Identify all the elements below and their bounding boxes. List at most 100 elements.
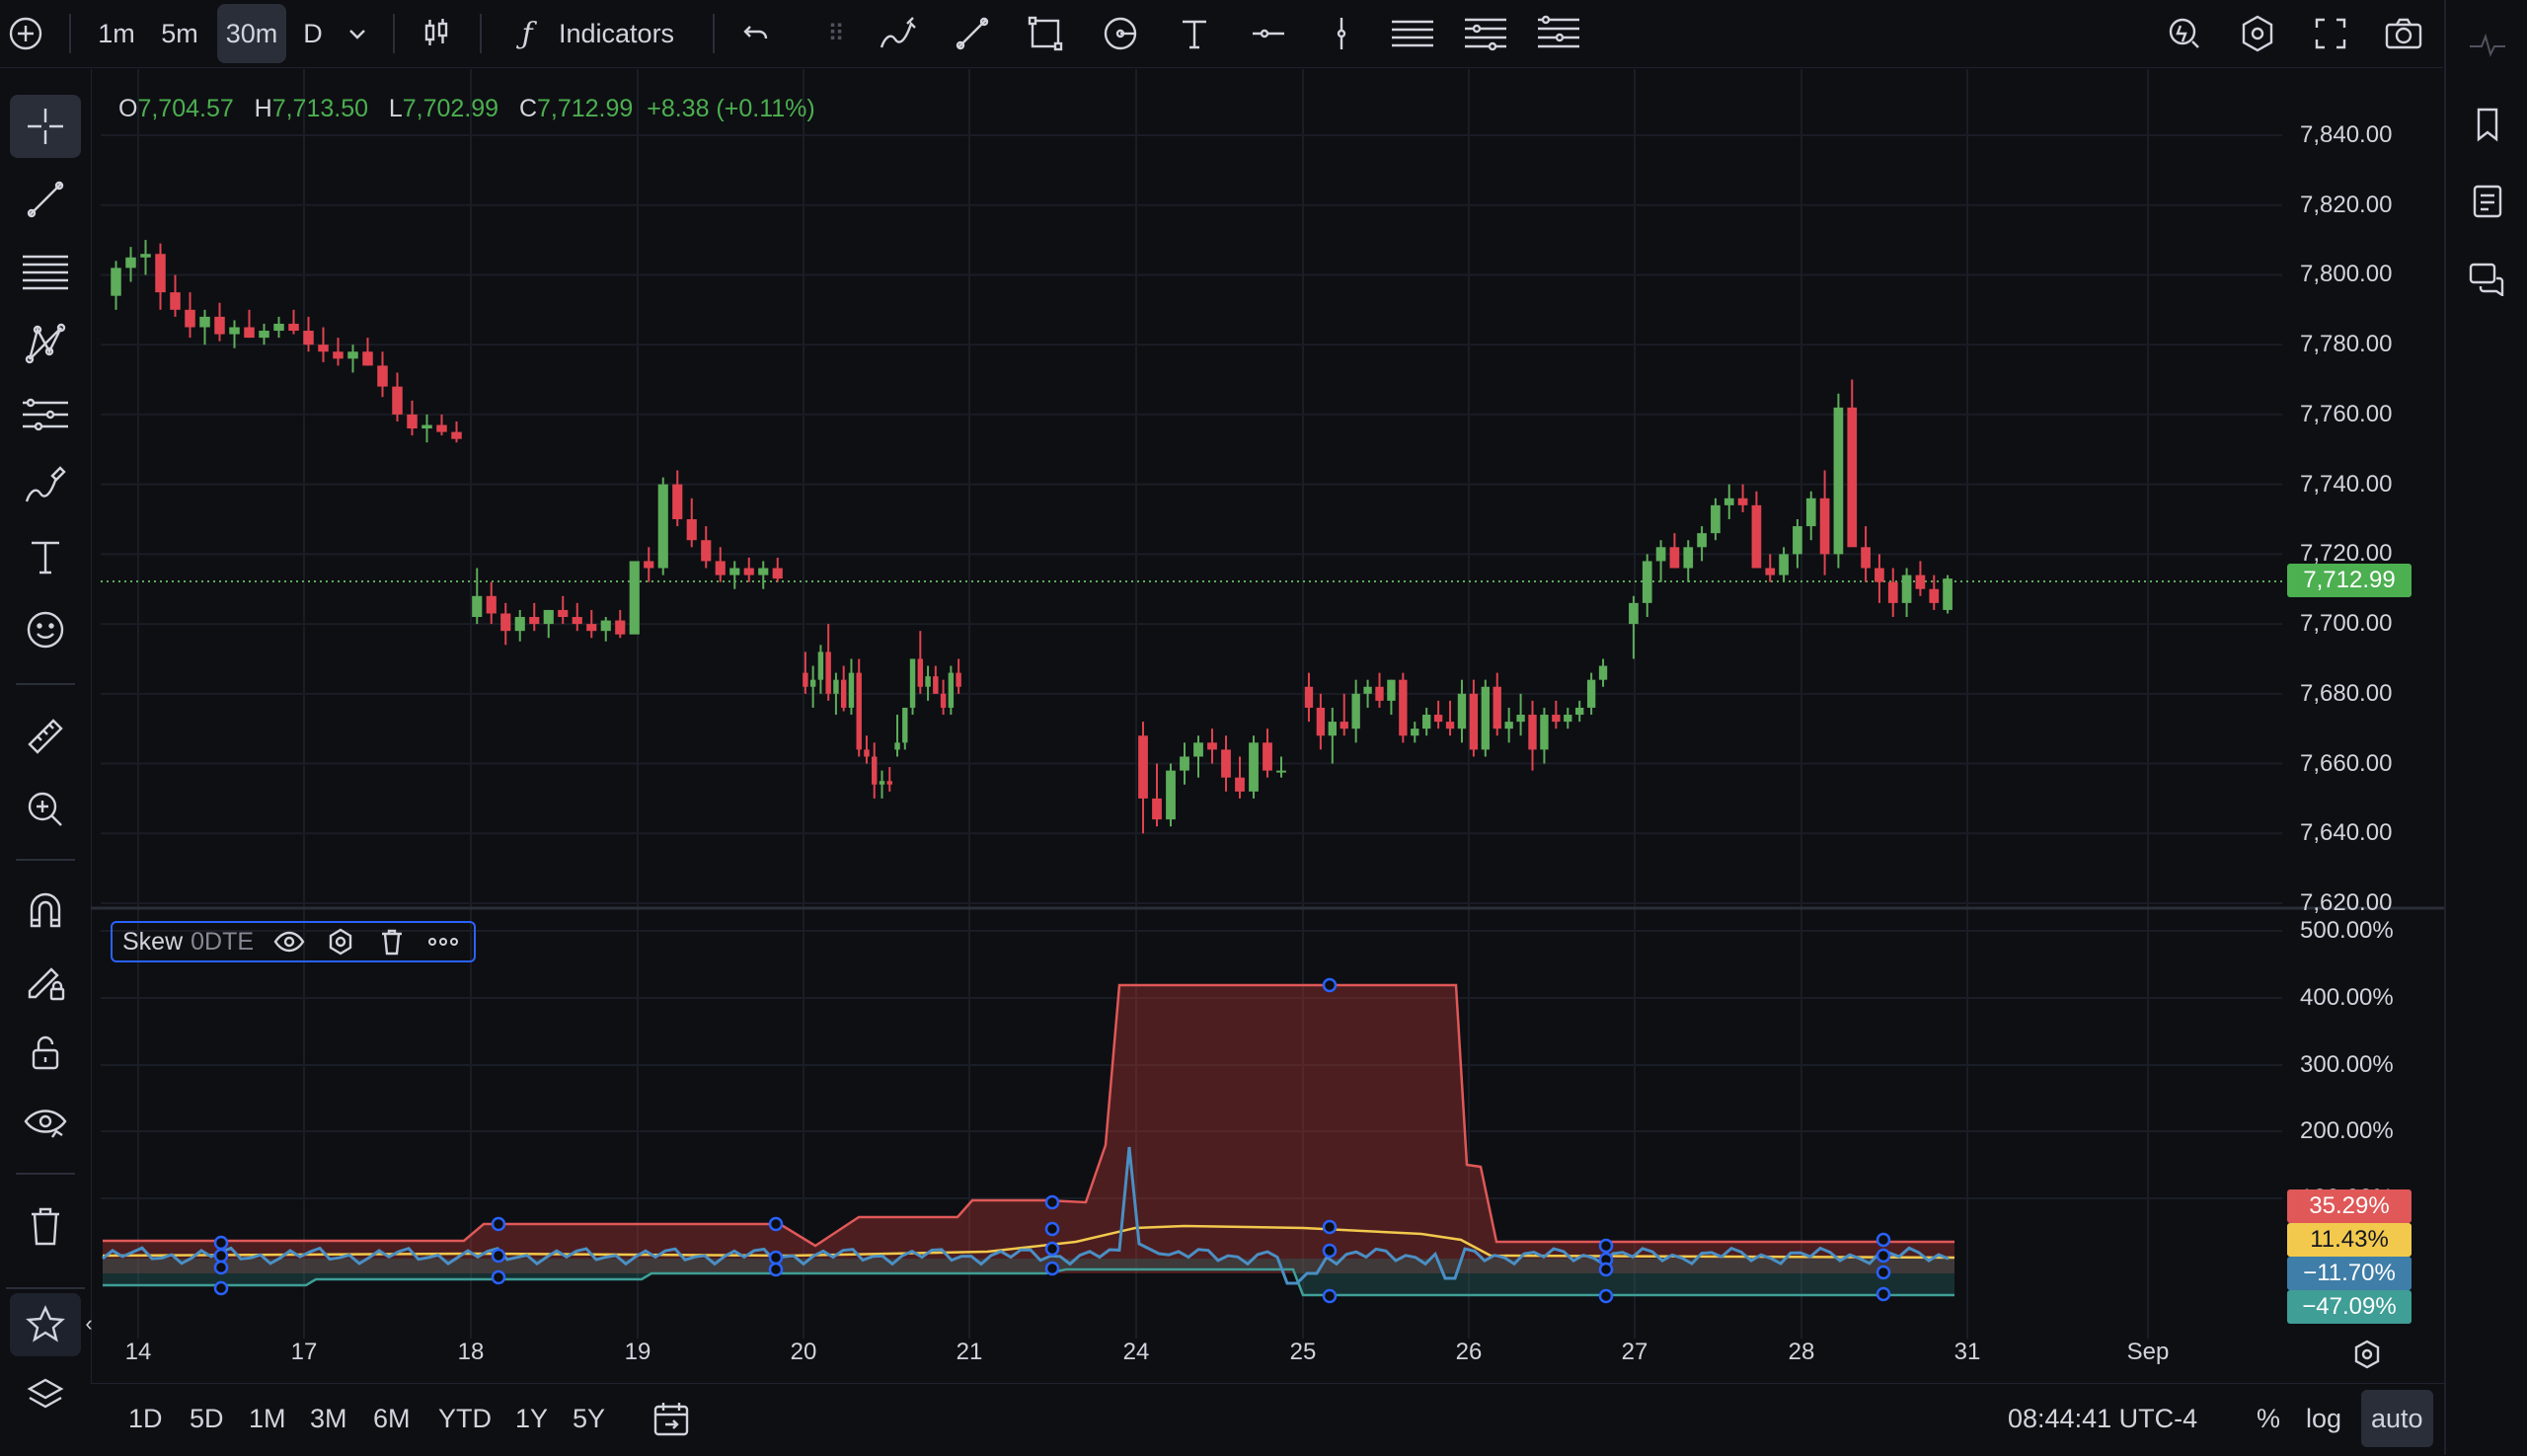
pattern-tool-icon[interactable]: [10, 312, 81, 375]
auto-scale-button[interactable]: auto: [2361, 1390, 2433, 1447]
range-1d-button[interactable]: 1D: [128, 1383, 163, 1455]
visibility-icon[interactable]: [10, 1092, 81, 1155]
separator: [393, 14, 395, 53]
interval-d-button[interactable]: D: [296, 0, 330, 67]
range-3m-button[interactable]: 3M: [310, 1383, 347, 1455]
range-ytd-button[interactable]: YTD: [438, 1383, 492, 1455]
candle-body: [259, 331, 269, 339]
camera-icon[interactable]: [2379, 12, 2428, 55]
time-axis-settings-icon[interactable]: [2347, 1335, 2387, 1374]
candle-body: [1166, 770, 1176, 820]
alert-icon[interactable]: [2160, 12, 2209, 55]
interval-5m-button[interactable]: 5m: [152, 0, 207, 67]
candle-body: [529, 617, 540, 625]
candle-body: [185, 309, 195, 328]
trash-icon[interactable]: [10, 1194, 81, 1258]
log-scale-button[interactable]: log: [2306, 1383, 2341, 1455]
chart-area[interactable]: [91, 69, 2444, 1382]
go-to-date-icon[interactable]: [648, 1398, 695, 1441]
interval-1m-button[interactable]: 1m: [91, 0, 142, 67]
layers-icon[interactable]: [10, 1364, 81, 1427]
star-favorites-icon[interactable]: [10, 1293, 81, 1356]
interval-30m-button[interactable]: 30m: [217, 4, 286, 63]
clock-timezone[interactable]: 08:44:41 UTC-4: [2008, 1383, 2197, 1455]
chevron-down-icon[interactable]: [340, 18, 375, 49]
candle-body: [572, 617, 582, 625]
eye-icon[interactable]: [269, 927, 309, 957]
brush-tool-icon[interactable]: [873, 12, 926, 55]
rectangle-tool-icon[interactable]: [1023, 12, 1068, 55]
candle-body: [848, 672, 855, 708]
line-tool-icon[interactable]: [10, 168, 81, 231]
top-toolbar: 1m 5m 30m D ƒ Indicators ⠿: [0, 0, 2443, 68]
date-tick-label: Sep: [2126, 1339, 2170, 1365]
circle-tool-icon[interactable]: [1098, 12, 1143, 55]
brush-icon[interactable]: [10, 454, 81, 517]
candle-body: [1642, 561, 1652, 603]
crosshair-tool-icon[interactable]: [10, 95, 81, 158]
candle-body: [1304, 686, 1314, 708]
indicator-delete-icon[interactable]: [372, 927, 412, 957]
chat-icon[interactable]: [2464, 257, 2511, 300]
drag-handle-icon[interactable]: ⠿: [821, 18, 851, 49]
date-tick-label: 17: [290, 1339, 318, 1365]
date-tick-label: 18: [457, 1339, 485, 1365]
more-options-icon[interactable]: [423, 927, 463, 957]
range-5d-button[interactable]: 5D: [190, 1383, 224, 1455]
candle-body: [1737, 498, 1748, 505]
candle-body: [1805, 498, 1816, 527]
add-symbol-icon[interactable]: [6, 14, 45, 53]
candle-body: [1697, 533, 1707, 548]
range-5y-button[interactable]: 5Y: [573, 1383, 605, 1455]
percent-scale-button[interactable]: %: [2257, 1383, 2280, 1455]
indicator-settings-icon[interactable]: [321, 927, 360, 957]
pulse-icon[interactable]: [2464, 24, 2511, 67]
text-tool-icon[interactable]: [1173, 12, 1216, 55]
candle-body: [1629, 602, 1639, 625]
bookmark-icon[interactable]: [2464, 103, 2511, 146]
candle-body: [1598, 665, 1608, 680]
lock-icon[interactable]: [10, 1021, 81, 1084]
ohlc-legend: O7,704.57 H7,713.50 L7,702.99 C7,712.99 …: [118, 95, 815, 123]
emoji-icon[interactable]: [10, 598, 81, 661]
settings-hex-icon[interactable]: [2233, 12, 2282, 55]
indicators-icon[interactable]: ƒ: [507, 14, 547, 53]
fib-extension-icon[interactable]: [1534, 12, 1583, 55]
fullscreen-icon[interactable]: [2306, 12, 2355, 55]
candle-body: [833, 679, 839, 694]
indicator-name: Skew: [122, 927, 184, 956]
draw-lock-icon[interactable]: [10, 950, 81, 1013]
zoom-in-icon[interactable]: [10, 778, 81, 841]
trend-line-icon[interactable]: [948, 12, 997, 55]
candle-body: [111, 268, 121, 296]
price-tick-label: 7,640.00: [2300, 819, 2393, 847]
skew-indicator-legend[interactable]: Skew 0DTE: [111, 921, 476, 962]
candle-body: [672, 484, 683, 519]
skew-red-fill: [103, 985, 1954, 1273]
candle-body: [1793, 526, 1802, 555]
ruler-icon[interactable]: [10, 705, 81, 768]
candle-chart-type-icon[interactable]: [415, 14, 458, 53]
candle-body: [1457, 693, 1467, 729]
vertical-line-icon[interactable]: [1319, 12, 1364, 55]
parallel-channel-icon[interactable]: [1388, 12, 1437, 55]
candle-body: [586, 624, 597, 632]
candle-body: [1433, 715, 1443, 723]
close-value: 7,712.99: [537, 95, 634, 122]
forecast-tool-icon[interactable]: [10, 383, 81, 446]
range-1y-button[interactable]: 1Y: [515, 1383, 548, 1455]
candle-body: [1552, 715, 1561, 723]
magnet-icon[interactable]: [10, 879, 81, 942]
indicators-button[interactable]: Indicators: [559, 0, 687, 67]
undo-icon[interactable]: [734, 14, 778, 53]
text-icon[interactable]: [10, 525, 81, 588]
candle-body: [1235, 777, 1245, 792]
fib-retracement-icon[interactable]: [1461, 12, 1510, 55]
range-6m-button[interactable]: 6M: [373, 1383, 411, 1455]
candle-body: [1316, 707, 1326, 736]
watchlist-icon[interactable]: [2464, 180, 2511, 223]
price-tick-label: 7,760.00: [2300, 400, 2393, 427]
range-1m-button[interactable]: 1M: [249, 1383, 286, 1455]
fib-tool-icon[interactable]: [10, 239, 81, 302]
horizontal-ray-icon[interactable]: [1246, 12, 1291, 55]
